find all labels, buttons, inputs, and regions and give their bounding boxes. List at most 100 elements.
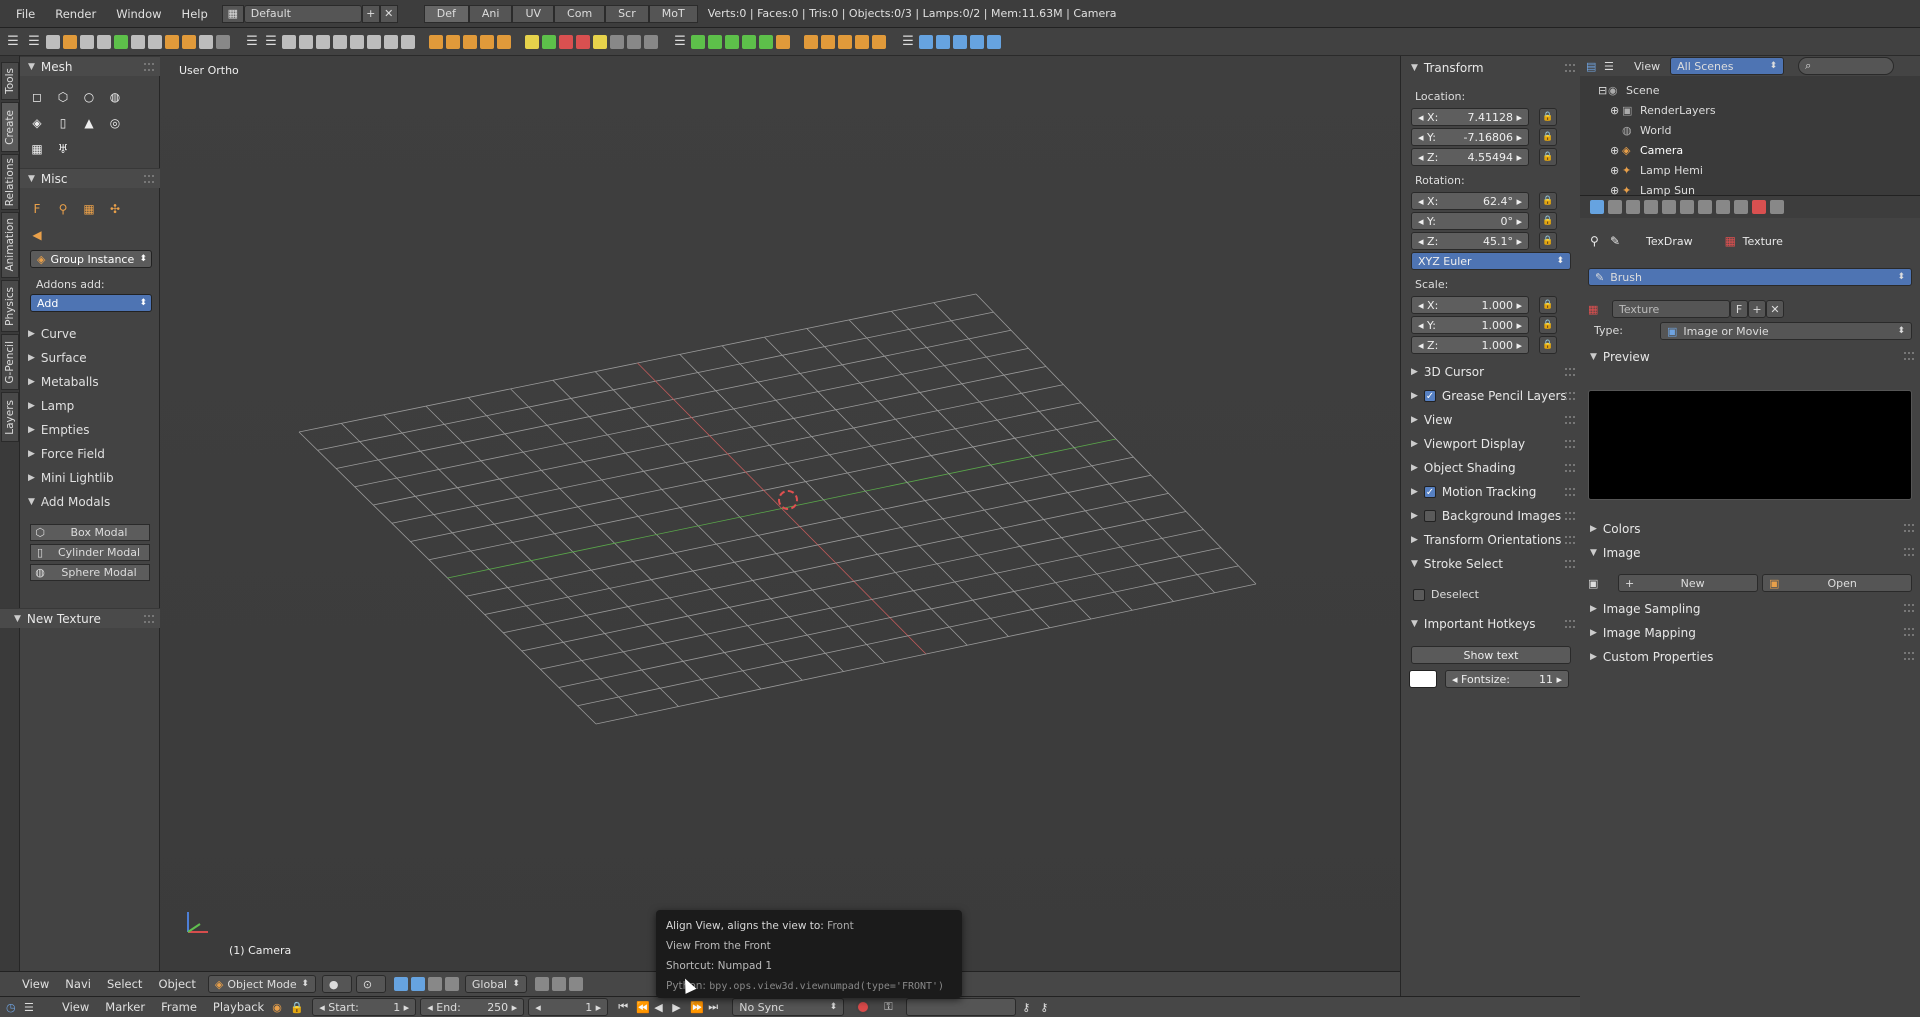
shading-dropdown[interactable]: ● xyxy=(321,975,352,993)
show-text-button[interactable]: Show text xyxy=(1411,646,1571,664)
snap-element-icon[interactable] xyxy=(551,977,566,991)
unlink-texture-icon[interactable]: ✕ xyxy=(1766,300,1784,318)
texture-name-field[interactable]: Texture xyxy=(1612,300,1730,318)
insert-keyframe-icon[interactable]: ⚷ xyxy=(1022,1001,1040,1014)
outliner-view-menu[interactable]: View xyxy=(1634,60,1660,73)
render-icon[interactable] xyxy=(216,34,230,49)
header-view-menu[interactable]: View xyxy=(14,977,57,991)
image-panel-header[interactable]: ▼ Image xyxy=(1580,542,1920,564)
sync-dropdown[interactable]: No Sync ⬍ xyxy=(732,998,845,1016)
particles-icon[interactable] xyxy=(742,34,756,49)
mesh-panel-header[interactable]: ▼ Mesh xyxy=(20,56,160,76)
export-icon[interactable] xyxy=(182,34,196,49)
force-field-icon[interactable] xyxy=(576,34,590,49)
checkbox-icon[interactable]: ✓ xyxy=(1423,390,1436,402)
menu4-icon[interactable]: ☰ xyxy=(672,34,688,49)
cube-icon[interactable]: ⬡ xyxy=(52,86,74,108)
current-frame-field[interactable]: ◂ 1 ▸ xyxy=(528,998,609,1016)
scale-y-field[interactable]: ◂ Y: 1.000 ▸ xyxy=(1411,316,1529,334)
text-object-icon[interactable]: F xyxy=(26,198,48,220)
lock-icon[interactable]: 🔒 xyxy=(1539,296,1557,314)
weight-icon[interactable] xyxy=(855,34,869,49)
texture-paint-icon[interactable] xyxy=(970,34,984,49)
category-empties[interactable]: ▶ Empties xyxy=(28,420,152,440)
shade-torus-icon[interactable] xyxy=(384,34,398,49)
manipulator-icon[interactable] xyxy=(393,977,408,991)
panel-3d-cursor[interactable]: ▶ 3D Cursor xyxy=(1401,362,1581,382)
sculpt-icon[interactable] xyxy=(759,34,773,49)
preview-range-icon[interactable]: ◉ xyxy=(272,1001,290,1014)
play-reverse-icon[interactable]: ◀ xyxy=(654,1001,672,1014)
empty-icon[interactable] xyxy=(480,34,494,49)
jump-end-icon[interactable]: ⏭ xyxy=(708,1000,726,1014)
preferences-icon[interactable] xyxy=(199,34,213,49)
workspace-mot[interactable]: MoT xyxy=(648,4,698,23)
jump-keyframe-back-icon[interactable]: ⏪ xyxy=(636,1001,654,1014)
ik-icon[interactable] xyxy=(838,34,852,49)
location-y-field[interactable]: ◂ Y: -7.16806 ▸ xyxy=(1411,128,1529,146)
save-as-icon[interactable] xyxy=(114,34,128,49)
checkbox-icon[interactable]: ✓ xyxy=(1423,486,1436,498)
category-lamp[interactable]: ▶ Lamp xyxy=(28,396,152,416)
texture-browse-icon[interactable]: ▦ xyxy=(1588,303,1612,316)
lock-range-icon[interactable]: 🔒 xyxy=(290,1001,308,1014)
play-icon[interactable]: ▶ xyxy=(672,1001,690,1014)
open-image-button[interactable]: ▣ Open xyxy=(1762,574,1912,592)
panel-stroke-select[interactable]: ▼ Stroke Select xyxy=(1401,554,1581,574)
rotation-y-field[interactable]: ◂ Y: 0° ▸ xyxy=(1411,212,1529,230)
texture-context-icon[interactable]: ▦ xyxy=(1725,234,1743,248)
panel-viewport-display[interactable]: ▶ Viewport Display xyxy=(1401,434,1581,454)
shape-key-icon[interactable] xyxy=(872,34,886,49)
rotate-icon[interactable] xyxy=(427,977,442,991)
header-navi-menu[interactable]: Navi xyxy=(57,977,99,991)
timeline-menu-icon[interactable]: ☰ xyxy=(24,1001,42,1014)
category-metaballs[interactable]: ▶ Metaballs xyxy=(28,372,152,392)
sphere-modal-button[interactable]: ◍ Sphere Modal xyxy=(30,564,150,581)
location-z-field[interactable]: ◂ Z: 4.55494 ▸ xyxy=(1411,148,1529,166)
proportional-icon[interactable] xyxy=(627,34,641,49)
armature-object-icon[interactable]: ⚲ xyxy=(52,198,74,220)
lattice-icon[interactable] xyxy=(463,34,477,49)
constraints-tab-icon[interactable] xyxy=(1680,200,1694,214)
panel-background-images[interactable]: ▶ Background Images xyxy=(1401,506,1581,526)
metaball-icon[interactable] xyxy=(593,34,607,49)
menu2-icon[interactable]: ☰ xyxy=(244,34,260,49)
image-mapping-panel-header[interactable]: ▶ Image Mapping xyxy=(1580,622,1920,644)
lamp-icon[interactable] xyxy=(542,34,556,49)
menu-window[interactable]: Window xyxy=(106,7,171,21)
lock-icon[interactable]: 🔒 xyxy=(1539,128,1557,146)
pivot-icon[interactable] xyxy=(644,34,658,49)
world-tab-icon[interactable] xyxy=(1644,200,1658,214)
snap-target-icon[interactable] xyxy=(568,977,583,991)
end-frame-field[interactable]: ◂ End: 250 ▸ xyxy=(420,998,525,1016)
jump-start-icon[interactable]: ⏮ xyxy=(618,1000,636,1014)
shade-cone-icon[interactable] xyxy=(367,34,381,49)
box-modal-button[interactable]: ⬡ Box Modal xyxy=(30,524,150,541)
material-icon[interactable] xyxy=(936,34,950,49)
render-region-icon[interactable] xyxy=(919,34,933,49)
physics-icon[interactable] xyxy=(725,34,739,49)
open-file-icon[interactable] xyxy=(63,34,77,49)
data-tab-icon[interactable] xyxy=(1716,200,1730,214)
remove-screen-icon[interactable]: ✕ xyxy=(379,4,398,23)
layers-tab-icon[interactable] xyxy=(1608,200,1622,214)
tab-tools[interactable]: Tools xyxy=(1,62,19,100)
category-mini-lightlib[interactable]: ▶ Mini Lightlib xyxy=(28,468,152,488)
modifiers-tab-icon[interactable] xyxy=(1698,200,1712,214)
texture-tab-icon[interactable] xyxy=(1752,200,1766,214)
colors-panel-header[interactable]: ▶ Colors xyxy=(1580,518,1920,540)
texture-type-dropdown[interactable]: ▣ Image or Movie ⬍ xyxy=(1660,322,1912,340)
render-tab-icon[interactable] xyxy=(1590,200,1604,214)
display-mode-dropdown[interactable]: All Scenes ⬍ xyxy=(1670,57,1785,75)
link-icon[interactable] xyxy=(131,34,145,49)
scale-x-field[interactable]: ◂ X: 1.000 ▸ xyxy=(1411,296,1529,314)
panel-view[interactable]: ▶ View xyxy=(1401,410,1581,430)
shade-sphere-icon[interactable] xyxy=(316,34,330,49)
scale-icon[interactable] xyxy=(444,977,459,991)
delete-keyframe-icon[interactable]: ⚷ xyxy=(1040,1001,1058,1014)
grid-icon[interactable]: ▦ xyxy=(26,138,48,160)
texture-tab-label[interactable]: Texture xyxy=(1743,235,1783,248)
category-force-field[interactable]: ▶ Force Field xyxy=(28,444,152,464)
lock-icon[interactable]: 🔒 xyxy=(1539,212,1557,230)
shade-cylinder-icon[interactable] xyxy=(350,34,364,49)
